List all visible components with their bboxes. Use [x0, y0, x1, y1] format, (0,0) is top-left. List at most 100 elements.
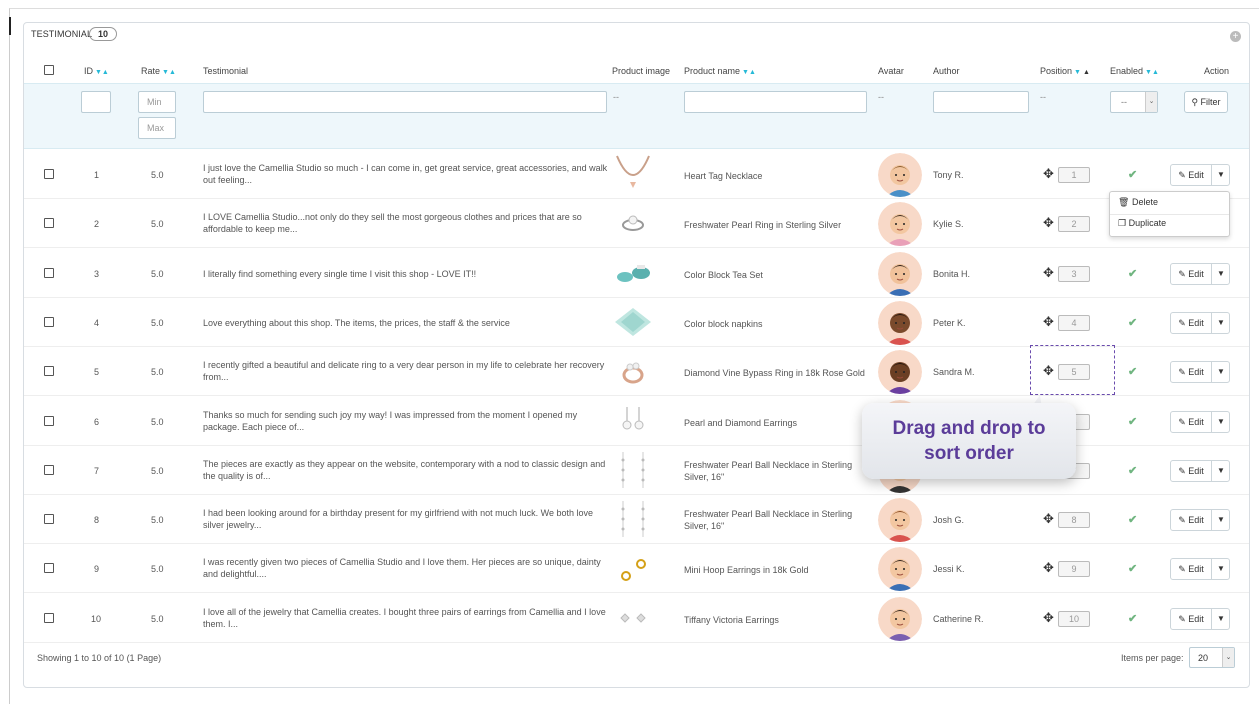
drag-handle-icon[interactable]: ✥ [1043, 315, 1054, 328]
row-checkbox[interactable] [44, 218, 54, 229]
caret-down-icon[interactable]: ▼ [1212, 510, 1230, 530]
row-product-name: Freshwater Pearl Ball Necklace in Sterli… [684, 509, 853, 532]
row-testimonial: I had been looking around for a birthday… [203, 508, 594, 531]
caret-down-icon[interactable]: ▼ [1212, 559, 1230, 579]
enabled-check-icon[interactable]: ✔ [1128, 513, 1137, 526]
row-checkbox[interactable] [44, 612, 54, 623]
row-checkbox[interactable] [44, 563, 54, 574]
author-avatar [878, 300, 922, 345]
table-row[interactable]: 9 5.0 I was recently given two pieces of C… [24, 544, 1249, 594]
select-all-checkbox[interactable] [44, 65, 54, 75]
items-per-page-select[interactable]: 20 ⌄ [1189, 647, 1235, 668]
product-image [611, 548, 655, 588]
col-product-image: Product image [612, 66, 671, 76]
sort-icon[interactable]: ▼▲ [1145, 69, 1159, 76]
row-checkbox[interactable] [44, 366, 54, 377]
author-avatar [878, 202, 922, 247]
enabled-check-icon[interactable]: ✔ [1128, 316, 1137, 329]
sort-icon[interactable]: ▼ [1074, 69, 1081, 76]
table-row[interactable]: 2 5.0 I LOVE Camellia Studio...not only do… [24, 199, 1249, 249]
filter-button[interactable]: ⚲ Filter [1184, 91, 1228, 113]
row-checkbox[interactable] [44, 169, 54, 179]
col-rate[interactable]: Rate ▼▲ [141, 66, 176, 76]
drag-handle-icon[interactable]: ✥ [1043, 561, 1054, 574]
caret-down-icon[interactable]: ▼ [1212, 313, 1230, 333]
rate-max-input[interactable]: Max [138, 117, 176, 139]
col-product-name[interactable]: Product name ▼▲ [684, 66, 756, 76]
add-new-icon[interactable]: + [1230, 31, 1241, 42]
chevron-down-icon: ⌄ [1222, 648, 1234, 667]
edit-button[interactable]: ✎ Edit [1171, 312, 1212, 333]
sort-active-icon[interactable]: ▲ [1083, 69, 1090, 76]
row-checkbox[interactable] [44, 464, 54, 475]
enabled-check-icon[interactable]: ✔ [1128, 562, 1137, 575]
row-checkbox[interactable] [44, 316, 54, 327]
product-image [611, 253, 655, 293]
edit-button[interactable]: ✎ Edit [1171, 165, 1212, 185]
author-filter-input[interactable] [933, 91, 1029, 113]
col-enabled[interactable]: Enabled ▼▲ [1110, 66, 1159, 76]
testimonial-filter-input[interactable] [203, 91, 607, 113]
row-rate: 5.0 [151, 219, 164, 230]
row-rate: 5.0 [151, 367, 164, 378]
table-row[interactable]: 1 5.0 I just love the Camellia Studio so m… [24, 150, 1249, 199]
enabled-check-icon[interactable]: ✔ [1128, 267, 1137, 280]
table-row[interactable]: 3 5.0 I literally find something every sin… [24, 249, 1249, 298]
drag-handle-icon[interactable]: ✥ [1043, 216, 1054, 229]
row-id: 1 [94, 170, 100, 180]
edit-button[interactable]: ✎ Edit [1171, 510, 1212, 531]
duplicate-menu-item[interactable]: ❐ Duplicate [1118, 218, 1166, 229]
caret-down-icon[interactable]: ▼ [1212, 165, 1230, 185]
rate-min-input[interactable]: Min [138, 91, 176, 113]
table-row[interactable]: 8 5.0 I had been looking around for a birt… [24, 495, 1249, 545]
edit-button[interactable]: ✎ Edit [1171, 362, 1212, 383]
id-filter-input[interactable] [81, 91, 111, 113]
row-id: 7 [94, 465, 100, 476]
row-rate: 5.0 [151, 564, 164, 575]
row-product-name: Mini Hoop Earrings in 18k Gold [684, 565, 809, 576]
delete-menu-item[interactable]: 🗑 Delete [1118, 197, 1158, 208]
col-id[interactable]: ID ▼▲ [84, 66, 109, 76]
caret-down-icon[interactable]: ▼ [1212, 412, 1230, 432]
sort-icon[interactable]: ▼▲ [742, 69, 756, 76]
enabled-check-icon[interactable]: ✔ [1128, 168, 1137, 181]
drag-handle-icon[interactable]: ✥ [1043, 167, 1054, 180]
edit-button[interactable]: ✎ Edit [1171, 263, 1212, 284]
table-row[interactable]: 10 5.0 I love all of the jewelry that Came… [24, 594, 1249, 643]
enabled-check-icon[interactable]: ✔ [1128, 612, 1137, 625]
position-filter-dash: -- [1040, 92, 1046, 102]
edit-button[interactable]: ✎ Edit [1171, 608, 1212, 629]
row-testimonial: I LOVE Camellia Studio...not only do the… [203, 212, 582, 235]
drag-handle-icon[interactable]: ✥ [1043, 512, 1054, 525]
enabled-filter-select[interactable]: -- ⌄ [1110, 91, 1158, 113]
edit-button[interactable]: ✎ Edit [1171, 411, 1212, 432]
row-checkbox[interactable] [44, 415, 54, 426]
caret-down-icon[interactable]: ▼ [1212, 264, 1230, 284]
row-action-group: ✎ Edit▼ [1170, 607, 1230, 630]
avatar-filter-dash: -- [878, 92, 884, 102]
drag-handle-icon[interactable]: ✥ [1043, 266, 1054, 279]
edit-button[interactable]: ✎ Edit [1171, 460, 1212, 481]
row-checkbox[interactable] [44, 267, 54, 278]
pencil-icon: ✎ [1178, 416, 1186, 427]
row-testimonial: The pieces are exactly as they appear on… [203, 458, 606, 481]
dropdown-divider [1110, 214, 1229, 215]
enabled-check-icon[interactable]: ✔ [1128, 464, 1137, 477]
caret-down-icon[interactable]: ▼ [1212, 362, 1230, 382]
row-testimonial: I love all of the jewelry that Camellia … [203, 606, 606, 629]
tooltip-line-2: sort order [924, 443, 1014, 464]
table-row[interactable]: 4 5.0 Love everything about this shop. The… [24, 298, 1249, 347]
sort-icon[interactable]: ▼▲ [162, 69, 176, 76]
row-id: 6 [94, 416, 100, 427]
col-position[interactable]: Position ▼ ▲ [1040, 66, 1090, 76]
enabled-check-icon[interactable]: ✔ [1128, 365, 1137, 378]
edit-button[interactable]: ✎ Edit [1171, 559, 1212, 580]
caret-down-icon[interactable]: ▼ [1212, 609, 1230, 629]
sort-icon[interactable]: ▼▲ [95, 69, 109, 76]
drag-handle-icon[interactable]: ✥ [1043, 611, 1054, 624]
product-name-filter-input[interactable] [684, 91, 867, 113]
enabled-check-icon[interactable]: ✔ [1128, 415, 1137, 428]
caret-down-icon[interactable]: ▼ [1212, 461, 1230, 481]
row-checkbox[interactable] [44, 514, 54, 525]
row-id: 3 [94, 268, 100, 279]
